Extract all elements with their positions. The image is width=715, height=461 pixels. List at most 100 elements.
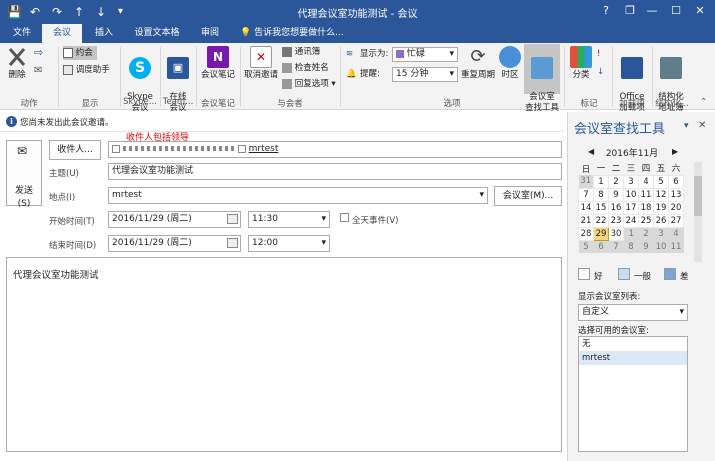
tab-file[interactable]: 文件	[4, 24, 40, 43]
info-icon: i	[6, 116, 17, 127]
message-body[interactable]: 代理会议室功能测试	[6, 257, 562, 452]
calendar-day[interactable]: 13	[668, 187, 684, 202]
show-as-dropdown[interactable]: 忙碌 ▾	[392, 47, 458, 62]
calendar-day[interactable]: 8	[593, 187, 609, 202]
calendar-day[interactable]: 23	[608, 213, 624, 228]
room-finder-button[interactable]: 会议室 查找工具	[524, 44, 560, 113]
calendar-day[interactable]: 6	[593, 240, 609, 253]
calendar-day[interactable]: 12	[653, 187, 669, 202]
calendar-day[interactable]: 27	[668, 213, 684, 228]
check-names-button[interactable]: 检查姓名	[282, 61, 329, 75]
categorize-button[interactable]: 分类	[568, 46, 594, 81]
close-button[interactable]: ✕	[688, 2, 712, 20]
calendar-day[interactable]: 1	[623, 227, 639, 240]
calendar-day[interactable]: 9	[608, 187, 624, 202]
delete-button[interactable]: 删除	[4, 46, 30, 81]
calendar-day[interactable]: 2	[638, 227, 654, 240]
calendar-day[interactable]: 11	[638, 187, 654, 202]
start-time-dropdown[interactable]: 11:30 ▾	[248, 211, 330, 228]
pane-options-icon[interactable]: ▾	[684, 121, 689, 131]
start-date-input[interactable]: 2016/11/29 (周二)	[108, 211, 241, 228]
calendar-day[interactable]: 20	[668, 200, 684, 215]
calendar-day[interactable]: 3	[653, 227, 669, 240]
calendar-day[interactable]: 11	[668, 240, 684, 253]
subject-input[interactable]: 代理会议室功能测试	[108, 163, 562, 180]
tab-format-text[interactable]: 设置文本格式	[124, 24, 190, 57]
calendar-day[interactable]: 22	[593, 213, 609, 228]
room-list-dropdown[interactable]: 自定义 ▾	[578, 304, 688, 321]
calendar-day[interactable]: 17	[623, 200, 639, 215]
room-option-mrtest[interactable]: mrtest	[579, 351, 687, 365]
prev-month-icon[interactable]: ◀	[588, 147, 594, 156]
address-book-button[interactable]: 通讯簿	[282, 45, 320, 59]
end-date-input[interactable]: 2016/11/29 (周二)	[108, 235, 241, 252]
send-button[interactable]: ✉ 发送 (S)	[6, 140, 42, 209]
calendar-day[interactable]: 19	[653, 200, 669, 215]
calendar-day[interactable]: 16	[608, 200, 624, 215]
calendar-day[interactable]: 4	[668, 227, 684, 240]
cancel-invitation-button[interactable]: ✕ 取消邀请	[242, 46, 280, 81]
tab-review[interactable]: 审阅	[192, 24, 228, 43]
calendar-day[interactable]: 8	[623, 240, 639, 253]
calendar-day[interactable]: 7	[608, 240, 624, 253]
appointment-button[interactable]: 约会	[63, 46, 97, 60]
calendar-day[interactable]: 3	[623, 174, 639, 189]
calendar-day[interactable]: 15	[593, 200, 609, 215]
recipient-mrtest[interactable]: mrtest	[249, 144, 279, 154]
calendar-day[interactable]: 24	[623, 213, 639, 228]
help-button[interactable]: ?	[594, 2, 618, 20]
lightbulb-icon: 💡	[240, 28, 252, 38]
room-option-none[interactable]: 无	[579, 337, 687, 351]
location-input[interactable]: mrtest ▾	[108, 187, 488, 204]
low-importance-icon[interactable]: ↓	[597, 65, 604, 79]
calendar-day[interactable]: 7	[578, 187, 594, 202]
calendar-picker-icon[interactable]	[227, 238, 238, 248]
end-time-dropdown[interactable]: 12:00 ▾	[248, 235, 330, 252]
next-month-icon[interactable]: ▶	[672, 147, 678, 156]
meeting-notes-button[interactable]: N 会议笔记	[198, 46, 238, 81]
time-zones-button[interactable]: 时区	[498, 46, 522, 81]
calendar-scrollbar[interactable]	[694, 162, 702, 262]
calendar-day[interactable]: 9	[638, 240, 654, 253]
calendar-day[interactable]: 18	[638, 200, 654, 215]
weekday: 五	[656, 164, 666, 175]
calendar-day[interactable]: 1	[593, 174, 609, 189]
calendar-day[interactable]: 10	[653, 240, 669, 253]
calendar-day[interactable]: 21	[578, 213, 594, 228]
junk-mail-icon[interactable]: ✉	[34, 64, 42, 78]
tell-me-box[interactable]: 💡 告诉我您想要做什么...	[232, 24, 392, 43]
group-label-options: 选项	[443, 99, 461, 109]
calendar-day[interactable]: 10	[623, 187, 639, 202]
calendar-day[interactable]: 4	[638, 174, 654, 189]
high-importance-icon[interactable]: !	[597, 47, 600, 61]
calendar-day[interactable]: 14	[578, 200, 594, 215]
maximize-button[interactable]: ☐	[664, 2, 688, 20]
calendar-day[interactable]: 25	[638, 213, 654, 228]
calendar-day[interactable]: 2	[608, 174, 624, 189]
rooms-button[interactable]: 会议室(M)...	[494, 186, 562, 206]
scheduling-assistant-button[interactable]: 调度助手	[63, 63, 110, 77]
all-day-checkbox[interactable]	[340, 213, 349, 222]
calendar-day[interactable]: 26	[653, 213, 669, 228]
response-options-button[interactable]: 回复选项 ▾	[282, 77, 336, 91]
tab-insert[interactable]: 插入	[84, 24, 124, 43]
calendar-day[interactable]: 28	[578, 226, 594, 241]
calendar-day[interactable]: 6	[668, 174, 684, 189]
minimize-button[interactable]: —	[640, 2, 664, 20]
calendar-day[interactable]: 5	[578, 240, 594, 253]
pane-close-icon[interactable]: ✕	[698, 120, 706, 131]
calendar-day[interactable]: 29	[593, 226, 609, 241]
forward-icon[interactable]: ⇨	[34, 46, 43, 60]
collapse-ribbon-icon[interactable]: ⌃	[700, 95, 707, 109]
calendar-day[interactable]: 30	[608, 226, 624, 241]
tab-meeting[interactable]: 会议	[42, 24, 82, 43]
calendar-day[interactable]: 5	[653, 174, 669, 189]
calendar-day[interactable]: 31	[578, 175, 594, 188]
ribbon-display-options-button[interactable]: ❐	[618, 2, 642, 20]
calendar-picker-icon[interactable]	[227, 214, 238, 224]
to-button[interactable]: 收件人...	[49, 140, 101, 160]
scrollbar-thumb[interactable]	[694, 176, 702, 216]
to-field[interactable]: mrtest	[108, 141, 562, 158]
recurrence-button[interactable]: ⟳ 重复周期	[460, 46, 496, 81]
reminder-dropdown[interactable]: 15 分钟 ▾	[392, 67, 458, 82]
